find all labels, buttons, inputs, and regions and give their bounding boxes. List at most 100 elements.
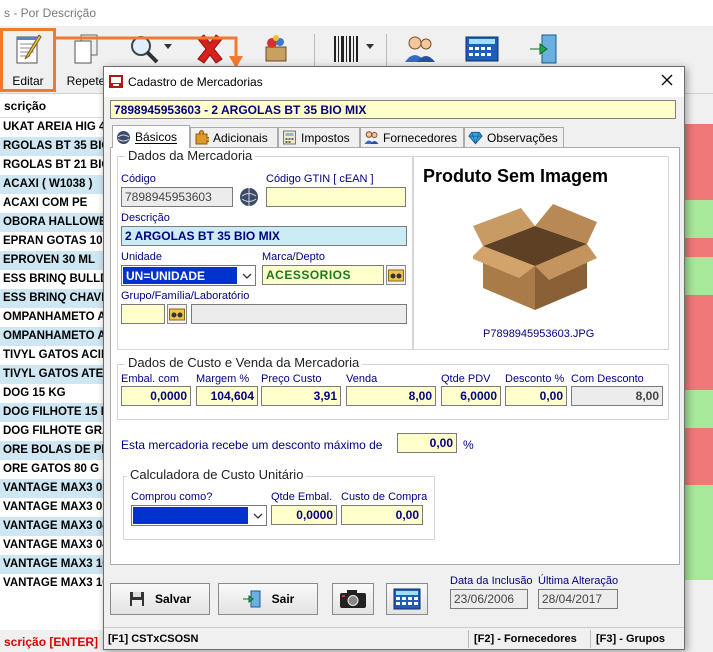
list-item[interactable]: OBORA HALLOWEEN	[0, 213, 110, 232]
gtin-field[interactable]	[266, 187, 406, 207]
status-cell	[684, 523, 713, 542]
tab-fornecedores[interactable]: Fornecedores	[360, 127, 464, 147]
cadastro-mercadorias-dialog: Cadastro de Mercadorias 7898945953603 - …	[103, 66, 685, 650]
descricao-field[interactable]: 2 ARGOLAS BT 35 BIO MIX	[121, 226, 407, 246]
image-filename: P7898945953603.JPG	[483, 328, 595, 340]
tools-box-icon	[259, 32, 293, 66]
status-cell	[684, 542, 713, 561]
status-cell	[684, 485, 713, 504]
list-item[interactable]: EPROVEN 30 ML	[0, 251, 110, 270]
salvar-button[interactable]: Salvar	[110, 583, 210, 615]
chevron-down-icon[interactable]	[238, 266, 255, 285]
status-cell	[684, 295, 713, 314]
tab-panel-basicos: Dados da Mercadoria Código 7898945953603…	[110, 147, 680, 565]
tab-adicionais-label: Adicionais	[213, 130, 268, 145]
camera-icon	[340, 590, 366, 608]
list-item[interactable]: TIVYL GATOS ACIMA	[0, 346, 110, 365]
list-item[interactable]: ORE GATOS 80 G	[0, 460, 110, 479]
tab-basicos[interactable]: Básicos	[112, 125, 190, 148]
marca-lookup-button[interactable]	[386, 265, 406, 285]
codigo-field[interactable]: 7898945953603	[121, 187, 233, 207]
chevron-down-icon[interactable]	[249, 506, 266, 525]
discount-max-field[interactable]: 0,00	[397, 433, 457, 453]
list-item[interactable]: EPRAN GOTAS 10 M	[0, 232, 110, 251]
product-banner: 7898945953603 - 2 ARGOLAS BT 35 BIO MIX	[110, 100, 676, 119]
list-item[interactable]: ACAXI COM PE	[0, 194, 110, 213]
marca-field[interactable]: ACESSORIOS	[262, 265, 384, 285]
status-cell	[684, 466, 713, 485]
list-item[interactable]: DOG 15 KG	[0, 384, 110, 403]
close-icon	[661, 74, 673, 86]
unidade-select-value: UN=UNIDADE	[123, 267, 237, 284]
venda-field[interactable]: 8,00	[346, 386, 436, 406]
list-item[interactable]: DOG FILHOTE GRANDE	[0, 422, 110, 441]
barcode-icon	[329, 32, 363, 66]
product-list[interactable]: scrição UKAT AREIA HIG 4 RGOLAS BT 35 BIO…	[0, 94, 110, 630]
status-cell	[684, 219, 713, 238]
margem-field[interactable]: 104,604	[196, 386, 258, 406]
barcode-dropdown-icon[interactable]	[366, 44, 374, 49]
list-item[interactable]: ESS BRINQ BULLDOG	[0, 270, 110, 289]
tab-impostos[interactable]: Impostos	[278, 127, 360, 147]
preco-custo-label: Preço Custo	[261, 373, 322, 385]
close-button[interactable]	[658, 72, 676, 90]
unidade-select[interactable]: UN=UNIDADE	[121, 265, 256, 286]
comprou-select[interactable]	[131, 505, 267, 526]
background-window-title: s - Por Descrição	[0, 0, 713, 26]
gem-icon	[468, 130, 483, 145]
calculadora-title: Calculadora de Custo Unitário	[127, 467, 307, 482]
list-item[interactable]: ESS BRINQ CHAVEIRO	[0, 289, 110, 308]
people-icon	[364, 130, 379, 145]
calculator-icon	[465, 32, 499, 66]
list-item[interactable]: VANTAGE MAX3 04	[0, 517, 110, 536]
tab-basicos-label: Básicos	[135, 130, 178, 144]
list-item[interactable]: ACAXI ( W1038 )	[0, 175, 110, 194]
list-item[interactable]: UKAT AREIA HIG 4	[0, 118, 110, 137]
status-cell	[684, 390, 713, 409]
tab-adicionais[interactable]: Adicionais	[190, 127, 278, 147]
repetir-label: Repete	[66, 74, 106, 88]
list-item[interactable]: OMPANHAMETO AGUA	[0, 327, 110, 346]
list-item[interactable]: VANTAGE MAX3 04	[0, 536, 110, 555]
status-cell	[684, 238, 713, 257]
dados-mercadoria-title: Dados da Mercadoria	[125, 148, 256, 163]
qtde-embal-field[interactable]: 0,0000	[271, 505, 337, 525]
desconto-field[interactable]: 0,00	[505, 386, 567, 406]
grupo-field[interactable]	[121, 304, 165, 324]
grupo-lookup-button[interactable]	[167, 304, 187, 324]
sair-button[interactable]: Sair	[218, 583, 318, 615]
list-item[interactable]: TIVYL GATOS ATE 4	[0, 365, 110, 384]
preco-custo-field[interactable]: 3,91	[261, 386, 341, 406]
list-item[interactable]: RGOLAS BT 21 BIO	[0, 156, 110, 175]
list-item[interactable]: OMPANHAMETO AGUA	[0, 308, 110, 327]
data-inclusao-field: 23/06/2006	[450, 589, 528, 609]
camera-button[interactable]	[332, 583, 374, 615]
custo-compra-field[interactable]: 0,00	[341, 505, 423, 525]
venda-label: Venda	[346, 373, 378, 385]
binoculars-folder-icon	[169, 308, 185, 321]
com-desconto-field: 8,00	[571, 386, 663, 406]
status-cell	[684, 504, 713, 523]
tab-observacoes[interactable]: Observações	[464, 127, 564, 147]
gtin-label: Código GTIN [ cEAN ]	[266, 173, 374, 185]
qtde-pdv-field[interactable]: 6,0000	[441, 386, 501, 406]
custo-venda-title: Dados de Custo e Venda da Mercadoria	[125, 355, 363, 370]
list-item[interactable]: VANTAGE MAX3 10	[0, 574, 110, 593]
codigo-lookup-button[interactable]	[239, 187, 259, 207]
ball-icon	[116, 130, 131, 145]
calculator-button[interactable]	[386, 583, 428, 615]
discount-percent-unit: %	[463, 438, 474, 452]
list-item[interactable]: RGOLAS BT 35 BIO	[0, 137, 110, 156]
list-item[interactable]: VANTAGE MAX3 10	[0, 555, 110, 574]
embal-field[interactable]: 0,0000	[121, 386, 191, 406]
tab-observacoes-label: Observações	[487, 130, 558, 145]
margem-label: Margem %	[196, 373, 250, 385]
descricao-label: Descrição	[121, 212, 170, 224]
grupo-label: Grupo/Família/Laboratório	[121, 290, 250, 302]
list-item[interactable]: VANTAGE MAX3 01	[0, 479, 110, 498]
status-cell	[684, 561, 713, 580]
codigo-label: Código	[121, 173, 156, 185]
list-item[interactable]: VANTAGE MAX3 01	[0, 498, 110, 517]
list-item[interactable]: DOG FILHOTE 15 KG	[0, 403, 110, 422]
list-item[interactable]: ORE BOLAS DE PET	[0, 441, 110, 460]
